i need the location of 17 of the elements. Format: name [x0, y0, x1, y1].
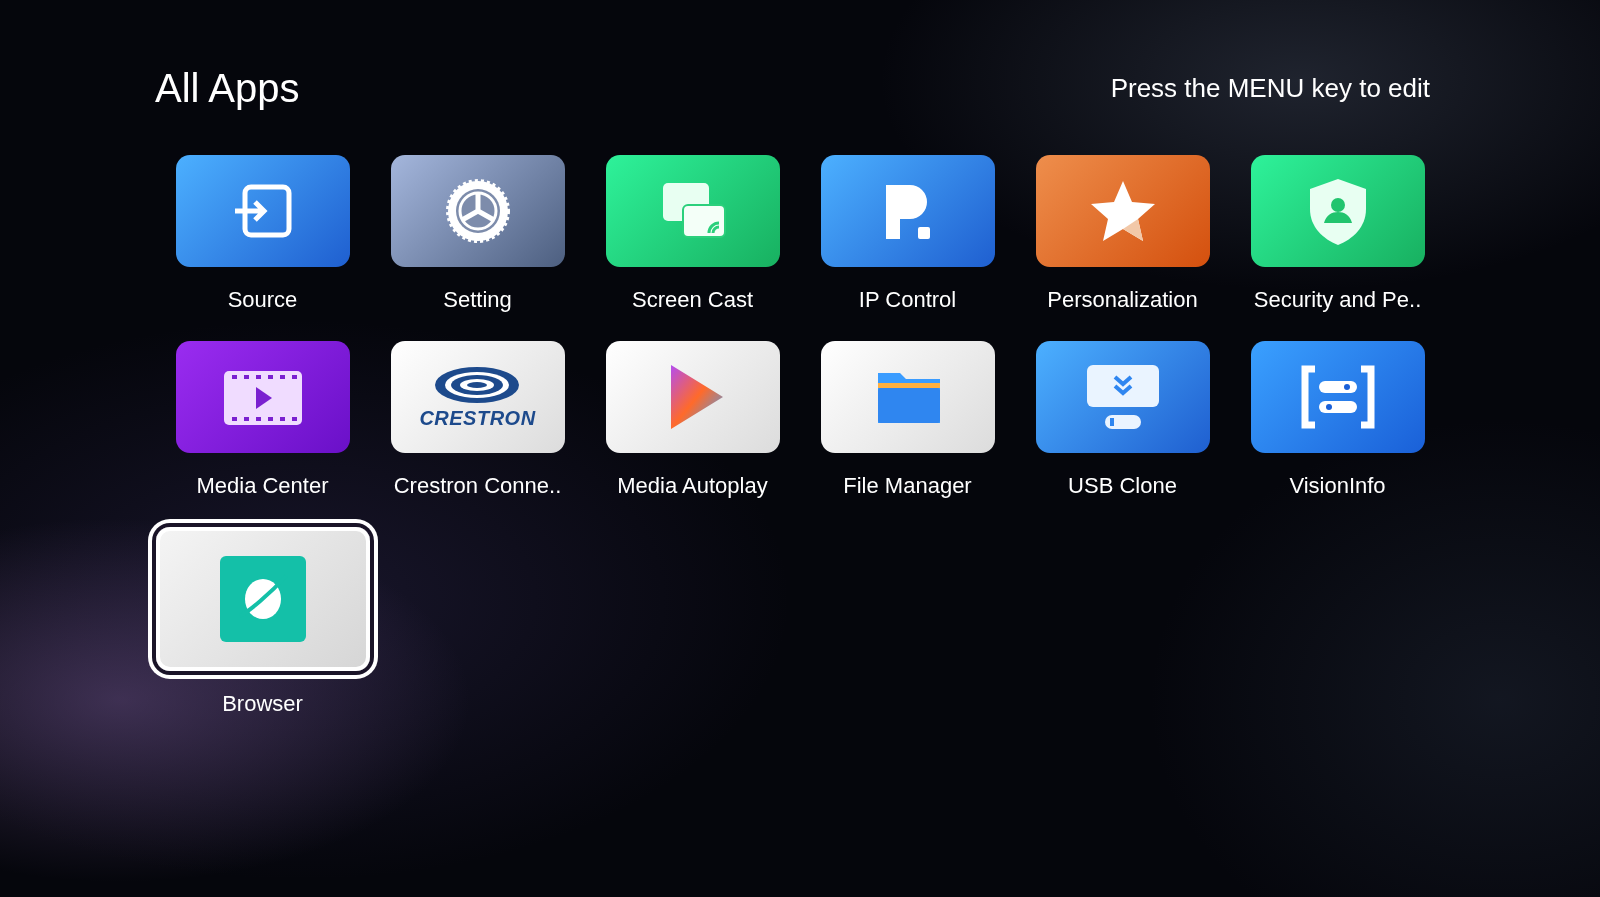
- app-tile[interactable]: Setting: [370, 155, 585, 313]
- edit-hint: Press the MENU key to edit: [1110, 73, 1430, 104]
- app-tile[interactable]: Screen Cast: [585, 155, 800, 313]
- app-tile[interactable]: Personalization: [1015, 155, 1230, 313]
- app-tile[interactable]: USB Clone: [1015, 341, 1230, 499]
- app-tile[interactable]: Media Center: [155, 341, 370, 499]
- app-tile[interactable]: VisionInfo: [1230, 341, 1445, 499]
- app-tile[interactable]: Source: [155, 155, 370, 313]
- logo-text: CRESTRON: [419, 406, 536, 430]
- globe-icon: [219, 556, 306, 642]
- app-tile[interactable]: IP Control: [800, 155, 1015, 313]
- app-tile[interactable]: Media Autoplay: [585, 341, 800, 499]
- app-tile[interactable]: Browser: [155, 527, 370, 717]
- app-tile[interactable]: CRESTRON Crestron Conne..: [370, 341, 585, 499]
- app-tile[interactable]: File Manager: [800, 341, 1015, 499]
- page-title: All Apps: [155, 66, 300, 111]
- app-tile[interactable]: Security and Pe..: [1230, 155, 1445, 313]
